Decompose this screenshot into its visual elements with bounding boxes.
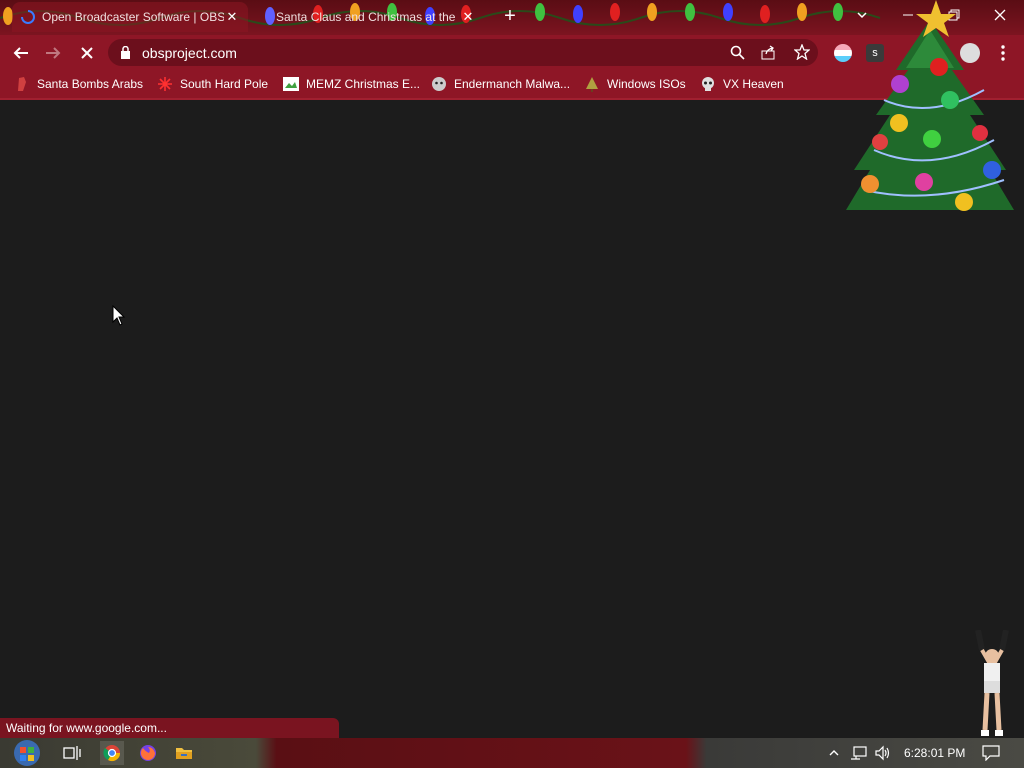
bookmark-label: Windows ISOs <box>607 77 686 91</box>
taskbar-firefox[interactable] <box>136 741 160 765</box>
new-tab-button[interactable]: + <box>500 6 520 28</box>
network-icon <box>851 746 867 760</box>
lock-icon <box>121 46 130 59</box>
speaker-icon <box>875 745 890 761</box>
arrow-left-icon <box>13 47 28 59</box>
chevron-up-icon <box>829 750 839 756</box>
tab-santa[interactable]: Santa Claus and Christmas at the ✕ <box>262 2 484 32</box>
notification-icon <box>982 745 1000 761</box>
search-icon[interactable] <box>730 45 745 60</box>
windows-taskbar: 6:28:01 PM <box>0 738 1024 768</box>
firefox-icon <box>140 745 156 761</box>
taskbar-file-explorer[interactable] <box>172 741 196 765</box>
network-tray[interactable] <box>850 744 868 762</box>
volume-tray[interactable] <box>874 744 892 762</box>
bookmark-label: Santa Bombs Arabs <box>37 77 144 91</box>
tab-title: Santa Claus and Christmas at the <box>276 10 456 24</box>
task-view-icon <box>63 746 81 760</box>
show-hidden-icons-button[interactable] <box>828 744 840 762</box>
start-button[interactable] <box>8 739 46 767</box>
bookmark-memz-christmas[interactable]: MEMZ Christmas E... <box>283 75 420 93</box>
skull-icon <box>700 76 716 92</box>
address-bar[interactable]: obsproject.com <box>108 39 818 66</box>
close-tab-icon[interactable]: ✕ <box>460 9 476 25</box>
bookmark-label: VX Heaven <box>723 77 784 91</box>
arrow-right-icon <box>46 47 61 59</box>
forward-button[interactable] <box>42 42 64 64</box>
tree-icon <box>584 76 600 92</box>
bookmark-windows-isos[interactable]: Windows ISOs <box>584 75 686 93</box>
bookmark-santa-bombs-arabs[interactable]: Santa Bombs Arabs <box>14 75 143 93</box>
back-button[interactable] <box>10 42 32 64</box>
mouse-cursor-icon <box>112 305 126 326</box>
bookmark-star-icon[interactable] <box>794 44 810 60</box>
image-icon <box>283 76 299 92</box>
dancing-figure-decoration <box>975 630 1009 736</box>
address-text: obsproject.com <box>142 45 237 61</box>
taskbar-clock[interactable]: 6:28:01 PM <box>904 744 965 762</box>
close-icon <box>81 47 93 59</box>
tab-obs[interactable]: Open Broadcaster Software | OBS ✕ <box>12 2 248 32</box>
taskbar-chrome[interactable] <box>100 741 124 765</box>
tab-title: Open Broadcaster Software | OBS <box>42 10 224 24</box>
windows-logo-icon <box>14 740 40 766</box>
action-center-button[interactable] <box>982 744 1000 762</box>
bookmark-vx-heaven[interactable]: VX Heaven <box>700 75 784 93</box>
bookmark-endermanch-malware[interactable]: Endermanch Malwa... <box>431 75 570 93</box>
bookmark-south-hard-pole[interactable]: South Hard Pole <box>157 75 268 93</box>
bookmark-label: Endermanch Malwa... <box>454 77 571 91</box>
folder-icon <box>176 748 192 759</box>
status-bubble: Waiting for www.google.com... <box>0 718 339 738</box>
bookmark-label: MEMZ Christmas E... <box>306 77 421 91</box>
chrome-icon <box>103 745 121 762</box>
share-icon[interactable] <box>761 45 777 60</box>
bookmark-label: South Hard Pole <box>180 77 269 91</box>
loading-spinner-icon <box>21 10 35 24</box>
santa-icon <box>14 76 30 92</box>
snowflake-icon <box>157 76 173 92</box>
task-view-button[interactable] <box>60 741 84 765</box>
stop-button[interactable] <box>76 42 98 64</box>
christmas-tree-decoration <box>846 0 1014 211</box>
close-tab-icon[interactable]: ✕ <box>224 9 240 25</box>
wolf-icon <box>431 76 447 92</box>
